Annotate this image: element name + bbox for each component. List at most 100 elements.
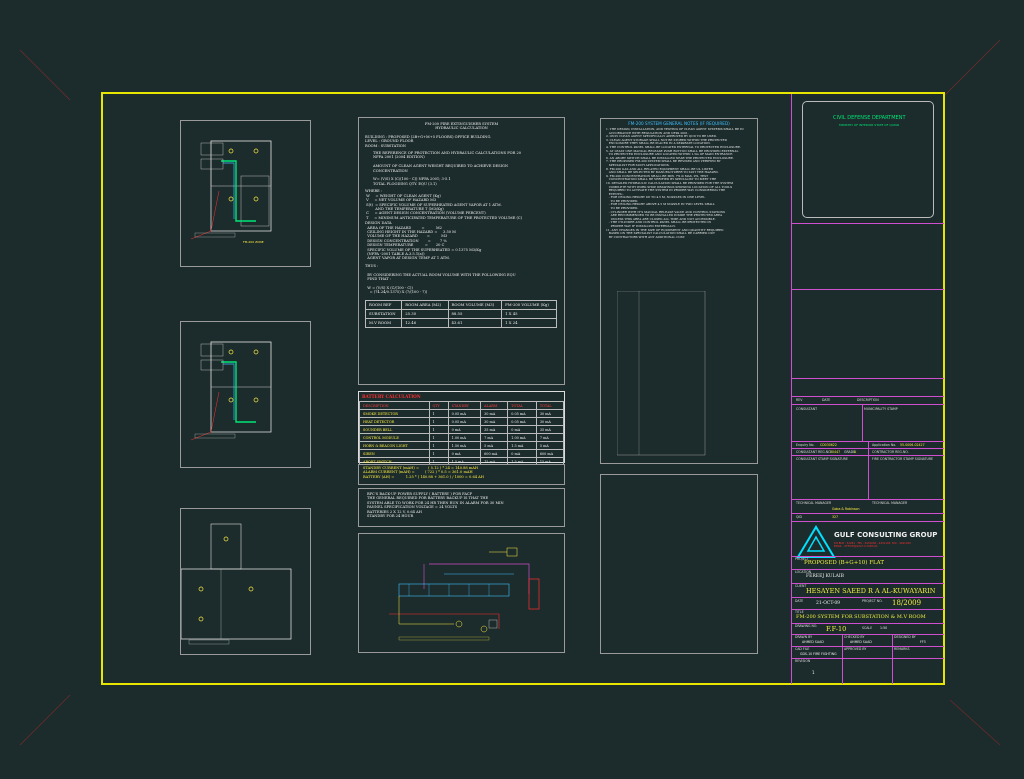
battery-cell: 5 mA xyxy=(535,441,565,450)
enquiry-label: Enquiry No. xyxy=(796,443,815,447)
designed-val: FF3 xyxy=(920,640,926,644)
designed-label: DESIGNED BY xyxy=(894,635,916,639)
battery-cell: 7 mA xyxy=(535,433,565,442)
battery-header-cell: TOTAL xyxy=(507,401,537,410)
notes-title: FM-200 SYSTEM GENERAL NOTES (IF REQUIRED… xyxy=(628,121,730,126)
date-label: DATE xyxy=(795,599,804,603)
client-name: HESAYEN SAEED R A AL-KUWAYARIN xyxy=(806,587,936,595)
battery-cell: 1.00 mA xyxy=(507,433,537,442)
battery-cell: SMOKE DETECTOR xyxy=(359,409,430,418)
battery-cell: 30 mA xyxy=(535,417,565,426)
location-name: FEREEJ KULAIB xyxy=(806,574,844,579)
battery-cell: 0 mA xyxy=(507,425,537,434)
scale-val: 1:50 xyxy=(880,626,888,630)
table-cell: SUBSTATION xyxy=(364,308,403,319)
battery-cell: SIREN xyxy=(359,449,430,458)
battery-summary-panel: STANDBY CURRENT (mAH) = ( 5.12 ) * 24 = … xyxy=(358,464,565,485)
fire-contractor-stamp-label: FIRE CONTRACTOR STAMP SIGNATURE xyxy=(872,457,934,461)
company-logo xyxy=(796,525,836,558)
rev-col-desc: DESCRIPTION xyxy=(857,398,879,402)
battery-cell: HEAT DETECTOR xyxy=(359,417,430,426)
battery-cell: 1.00 mA xyxy=(447,433,482,442)
title-block: CIVIL DEFENSE DEPARTMENT MINISTRY OF INT… xyxy=(791,94,944,684)
checked-label: CHECKED BY xyxy=(844,635,865,639)
enquiry-no: CD030622 xyxy=(820,443,837,447)
battery-cell: 0.05 mA xyxy=(447,417,482,426)
municipality-label: MUNICIPALITY STAMP xyxy=(864,407,898,411)
backup-text: BPC'S BACK-UP POWER SUPPLY ( BATTERY ) F… xyxy=(367,492,504,519)
battery-cell: 600 mA xyxy=(480,449,509,458)
table-cell: 12.46 xyxy=(401,317,449,328)
drawn-label: DRAWN BY xyxy=(795,635,813,639)
tech-manager-label: TECHNICAL MANAGER xyxy=(796,501,832,505)
table-row: SUBSTATION 25.30 88.55 1 X 45 xyxy=(364,308,557,319)
backup-panel: BPC'S BACK-UP POWER SUPPLY ( BATTERY ) F… xyxy=(358,488,565,527)
scale-label: SCALE xyxy=(862,626,873,630)
battery-cell: 30 mA xyxy=(480,417,509,426)
project-name: PROPOSED (B+G+10) FLAT xyxy=(804,560,884,566)
battery-header-cell: TOTAL xyxy=(535,401,565,410)
cad-file-val: GDS-10 FIRE FIGHTING xyxy=(800,652,837,656)
revision-val: 1 xyxy=(812,670,815,675)
battery-cell: 600 mA xyxy=(535,449,565,458)
table-row: M.V ROOM 12.46 43.61 1 X 24 xyxy=(364,317,557,328)
cad-file-label: CAD FILE xyxy=(795,647,810,651)
consultant-reg-val: 30447 xyxy=(830,450,841,454)
hydraulic-calc-panel: FM-200 FIRE EXTINGUISHER SYSTEM HYDRAULI… xyxy=(358,117,565,385)
floor-plan-1: FM-200 ZONE xyxy=(190,140,272,244)
battery-header-cell: ALARM xyxy=(480,401,509,410)
grade-val: A xyxy=(854,450,857,454)
rev-col-date: DATE xyxy=(822,398,831,402)
battery-title: BATTERY CALCULATION xyxy=(362,394,421,399)
plan-panel-3 xyxy=(180,508,311,655)
battery-cell: 1 xyxy=(428,409,449,418)
battery-cell: 1 xyxy=(428,441,449,450)
checked-val: AHMED SAAD xyxy=(850,640,872,644)
ministry-name: MINISTRY OF INTERIOR STATE OF QATAR xyxy=(839,123,900,127)
fm200-schematic xyxy=(389,547,540,641)
battery-cell: 1 xyxy=(428,425,449,434)
company-contact: P.O.BOX : 32261 · TEL : 4431030 - 443110… xyxy=(834,542,911,548)
approved-label: APPROVED BY xyxy=(844,647,867,651)
application-label: Application No. xyxy=(872,443,897,447)
calc-intro: BUILDING : PROPOSED (2B+G+M+5 FLOORS) OF… xyxy=(365,134,492,148)
table-header-cell: ROOM REF xyxy=(364,299,403,310)
tech-manager-label-2: TECHNICAL MANAGER xyxy=(872,501,908,505)
drawing-no-label: DRAWING NO. xyxy=(795,624,818,628)
consultant-stamp-label: CONSULTANT STAMP SIGNATURE xyxy=(796,457,848,461)
remarks-label: REMARKS xyxy=(894,647,910,651)
battery-cell: CONTROL MODULE xyxy=(359,433,430,442)
project-no-label: PROJECT NO. xyxy=(862,599,883,603)
battery-cell: 35 mA xyxy=(480,425,509,434)
floor-plan-2 xyxy=(190,341,272,441)
battery-row: HORN & BEACON LIGHT 1 1.50 mA 5 mA 1.5 mA 5 m… xyxy=(359,441,565,450)
fm200-zone-label-1: FM-200 ZONE xyxy=(243,240,264,244)
contractor-reg-label: CONTRACTOR REG.NO. xyxy=(872,450,909,454)
table-cell: 43.61 xyxy=(447,317,503,328)
application-no: 55-0006-02427 xyxy=(900,443,925,447)
table-header-cell: FM-200 VOLUME (Kg) xyxy=(501,299,557,310)
battery-cell: 1.50 mA xyxy=(447,441,482,450)
floor-plan-3 xyxy=(180,523,292,645)
room-volume-table: ROOM REF ROOM AREA (M2) ROOM VOLUME (M3)… xyxy=(364,299,557,328)
calc-design-data: DESIGN DATA AREA OF THE HAZARD = M2 CEIL… xyxy=(365,221,482,261)
table-cell: M.V ROOM xyxy=(364,317,403,328)
calc-where: WHERE : W = WEIGHT OF CLEAN AGENT (Kg) V… xyxy=(365,189,523,220)
battery-row: CONTROL MODULE 1 1.00 mA 7 mA 1.00 mA 7 mA xyxy=(359,433,565,442)
battery-row: SMOKE DETECTOR 1 0.05 mA 30 mA 0.05 mA 30 mA xyxy=(359,409,565,418)
drawing-no: F.F-10 xyxy=(826,625,847,633)
plan-panel-1: FM-200 ZONE xyxy=(180,120,311,267)
battery-header-cell: STANDBY xyxy=(447,401,482,410)
battery-cell: 5 mA xyxy=(480,441,509,450)
battery-cell: 0.05 mA xyxy=(447,409,482,418)
drawn-val: AHMED SAAD xyxy=(802,640,824,644)
consultant-label: CONSULTANT xyxy=(796,407,818,411)
battery-calc-panel: BATTERY CALCULATION DESCRIPTION QTY STAN… xyxy=(358,391,565,474)
battery-cell: 0 mA xyxy=(447,425,482,434)
qid-label: QID xyxy=(796,515,802,519)
calc-body: THE REFERENCE OF PROTECTION AND HYDRAULI… xyxy=(373,151,522,186)
table-cell: 1 X 45 xyxy=(501,308,557,319)
battery-cell: HORN & BEACON LIGHT xyxy=(359,441,430,450)
project-no: 18/2009 xyxy=(892,599,922,607)
battery-cell: 30 mA xyxy=(480,409,509,418)
